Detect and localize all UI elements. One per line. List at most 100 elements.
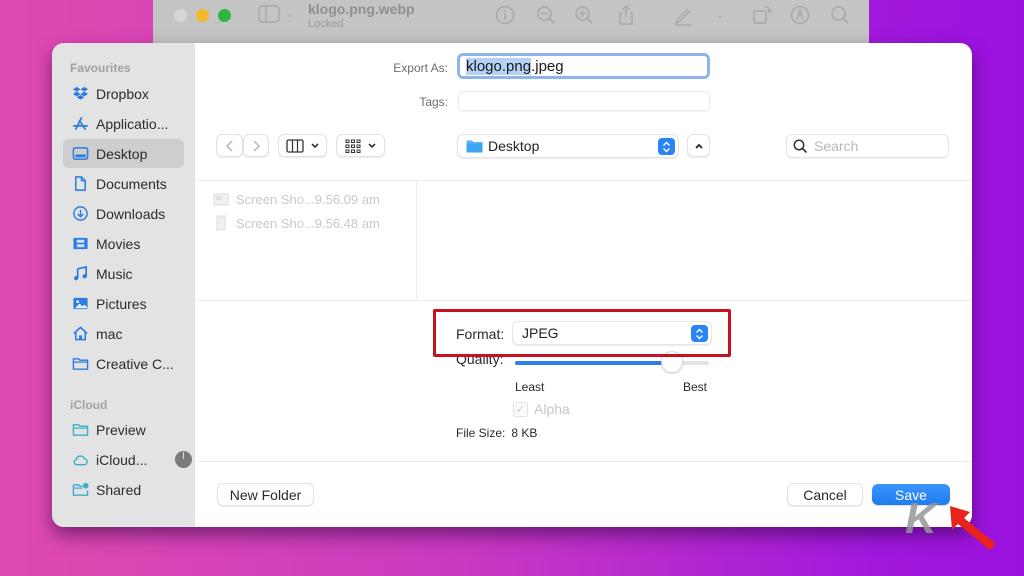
photo-icon xyxy=(71,295,89,313)
expand-collapse-button[interactable] xyxy=(687,134,710,157)
rotate-icon[interactable] xyxy=(751,4,773,26)
group-view-button[interactable] xyxy=(336,134,385,157)
sidebar-item-desktop[interactable]: Desktop xyxy=(63,139,184,168)
sidebar-section-icloud: iCloud xyxy=(70,398,108,412)
annotate-icon[interactable] xyxy=(789,4,811,26)
format-value: JPEG xyxy=(522,325,559,341)
chevron-right-icon xyxy=(253,139,261,152)
back-button[interactable] xyxy=(216,134,243,157)
chevron-up-icon xyxy=(694,143,703,149)
dropdown-stepper-icon xyxy=(658,138,675,155)
sidebar-item-icloud-drive[interactable]: iCloud... xyxy=(63,445,192,474)
sidebar-item-music[interactable]: Music xyxy=(63,259,184,288)
alpha-label: Alpha xyxy=(534,401,570,417)
cloud-icon xyxy=(71,451,89,469)
sidebar-item-label: Documents xyxy=(96,175,167,192)
sidebar-item-creative-cloud[interactable]: Creative C... xyxy=(63,349,184,378)
search-field[interactable] xyxy=(786,134,949,158)
format-dropdown[interactable]: JPEG xyxy=(512,321,712,345)
info-icon[interactable] xyxy=(494,4,516,26)
chevron-down-icon[interactable]: ⌄ xyxy=(285,7,294,20)
file-item[interactable]: Screen Sho...9.56.48 am xyxy=(213,215,380,231)
tags-input[interactable] xyxy=(458,91,710,111)
search-icon[interactable] xyxy=(829,4,851,26)
column-view-button[interactable] xyxy=(278,134,327,157)
sidebar-item-downloads[interactable]: Downloads xyxy=(63,199,184,228)
file-browser: Screen Sho...9.56.09 am Screen Sho...9.5… xyxy=(195,180,972,301)
sidebar-item-movies[interactable]: Movies xyxy=(63,229,184,258)
sidebar-item-documents[interactable]: Documents xyxy=(63,169,184,198)
file-size-value: 8 KB xyxy=(511,426,538,440)
slider-fill xyxy=(515,361,673,365)
sidebar-item-label: Creative C... xyxy=(96,355,174,372)
music-note-icon xyxy=(71,265,89,283)
window-maximize-button[interactable] xyxy=(218,9,231,22)
chevron-down-icon xyxy=(310,142,319,148)
file-item[interactable]: Screen Sho...9.56.09 am xyxy=(213,191,380,207)
search-icon xyxy=(793,139,808,153)
document-icon xyxy=(71,175,89,193)
dropbox-icon xyxy=(71,85,89,103)
cancel-button[interactable]: Cancel xyxy=(787,483,863,506)
file-name: Screen Sho...9.56.09 am xyxy=(236,191,380,207)
desktop-icon xyxy=(71,145,89,163)
image-file-icon xyxy=(216,215,226,231)
sidebar-item-dropbox[interactable]: Dropbox xyxy=(63,79,184,108)
share-icon[interactable] xyxy=(615,4,637,26)
main-panel: Export As: klogo.png.jpeg Tags: Desktop xyxy=(195,43,972,527)
window-title: klogo.png.webp xyxy=(308,1,415,17)
sidebar-section-favourites: Favourites xyxy=(70,61,131,75)
columns-icon xyxy=(285,138,304,153)
sidebar-item-shared[interactable]: Shared xyxy=(63,475,184,504)
applications-icon xyxy=(71,115,89,133)
sidebar-item-home[interactable]: mac xyxy=(63,319,184,348)
sidebar-item-label: Dropbox xyxy=(96,85,149,102)
sidebar-item-pictures[interactable]: Pictures xyxy=(63,289,184,318)
tags-label: Tags: xyxy=(419,95,448,109)
window-close-button[interactable] xyxy=(174,9,187,22)
sidebar-toggle-icon[interactable] xyxy=(258,5,280,23)
sidebar-item-label: iCloud... xyxy=(96,451,148,468)
dropdown-stepper-icon xyxy=(691,325,708,342)
sidebar-item-label: Shared xyxy=(96,481,142,498)
quality-slider[interactable] xyxy=(515,351,709,373)
quality-min-label: Least xyxy=(515,380,545,394)
markup-pen-icon[interactable] xyxy=(672,4,694,26)
watermark-logo: K xyxy=(905,494,937,543)
alpha-checkbox[interactable]: ✓ xyxy=(513,401,528,417)
sync-progress-icon xyxy=(175,451,192,468)
location-label: Desktop xyxy=(488,138,540,154)
zoom-in-icon[interactable] xyxy=(573,4,595,26)
sidebar-item-label: Music xyxy=(96,265,133,282)
sidebar-item-label: Pictures xyxy=(96,295,147,312)
pointer-arrow-icon xyxy=(950,506,996,550)
sidebar-item-preview[interactable]: Preview xyxy=(63,415,184,444)
image-file-icon xyxy=(213,193,229,206)
download-icon xyxy=(71,205,89,223)
file-name: Screen Sho...9.56.48 am xyxy=(236,215,380,231)
file-size-info: File Size: 8 KB xyxy=(456,426,537,440)
file-size-label: File Size: xyxy=(456,426,506,440)
file-column[interactable]: Screen Sho...9.56.09 am Screen Sho...9.5… xyxy=(195,181,417,300)
sidebar-item-label: Applicatio... xyxy=(96,115,169,132)
chevron-left-icon xyxy=(225,139,233,152)
new-folder-button[interactable]: New Folder xyxy=(217,483,314,506)
sidebar-item-label: Movies xyxy=(96,235,141,252)
search-input[interactable] xyxy=(814,138,944,154)
folder-icon xyxy=(71,421,89,439)
window-subtitle: Locked xyxy=(308,18,344,30)
slider-thumb[interactable] xyxy=(661,351,684,373)
export-dialog: Favourites Dropbox Applicatio... Desktop… xyxy=(52,43,972,527)
zoom-out-icon[interactable] xyxy=(535,4,557,26)
export-as-input[interactable]: klogo.png .jpeg xyxy=(457,53,710,79)
sidebar-item-label: mac xyxy=(96,325,123,342)
footer-divider xyxy=(195,461,972,462)
forward-button[interactable] xyxy=(243,134,269,157)
sidebar: Favourites Dropbox Applicatio... Desktop… xyxy=(52,43,195,527)
format-label: Format: xyxy=(456,326,505,342)
sidebar-item-applications[interactable]: Applicatio... xyxy=(63,109,184,138)
window-minimize-button[interactable] xyxy=(196,9,209,22)
markup-chevron-icon[interactable]: ⌄ xyxy=(709,4,731,26)
location-dropdown[interactable]: Desktop xyxy=(457,134,679,158)
shared-folder-icon xyxy=(71,481,89,499)
